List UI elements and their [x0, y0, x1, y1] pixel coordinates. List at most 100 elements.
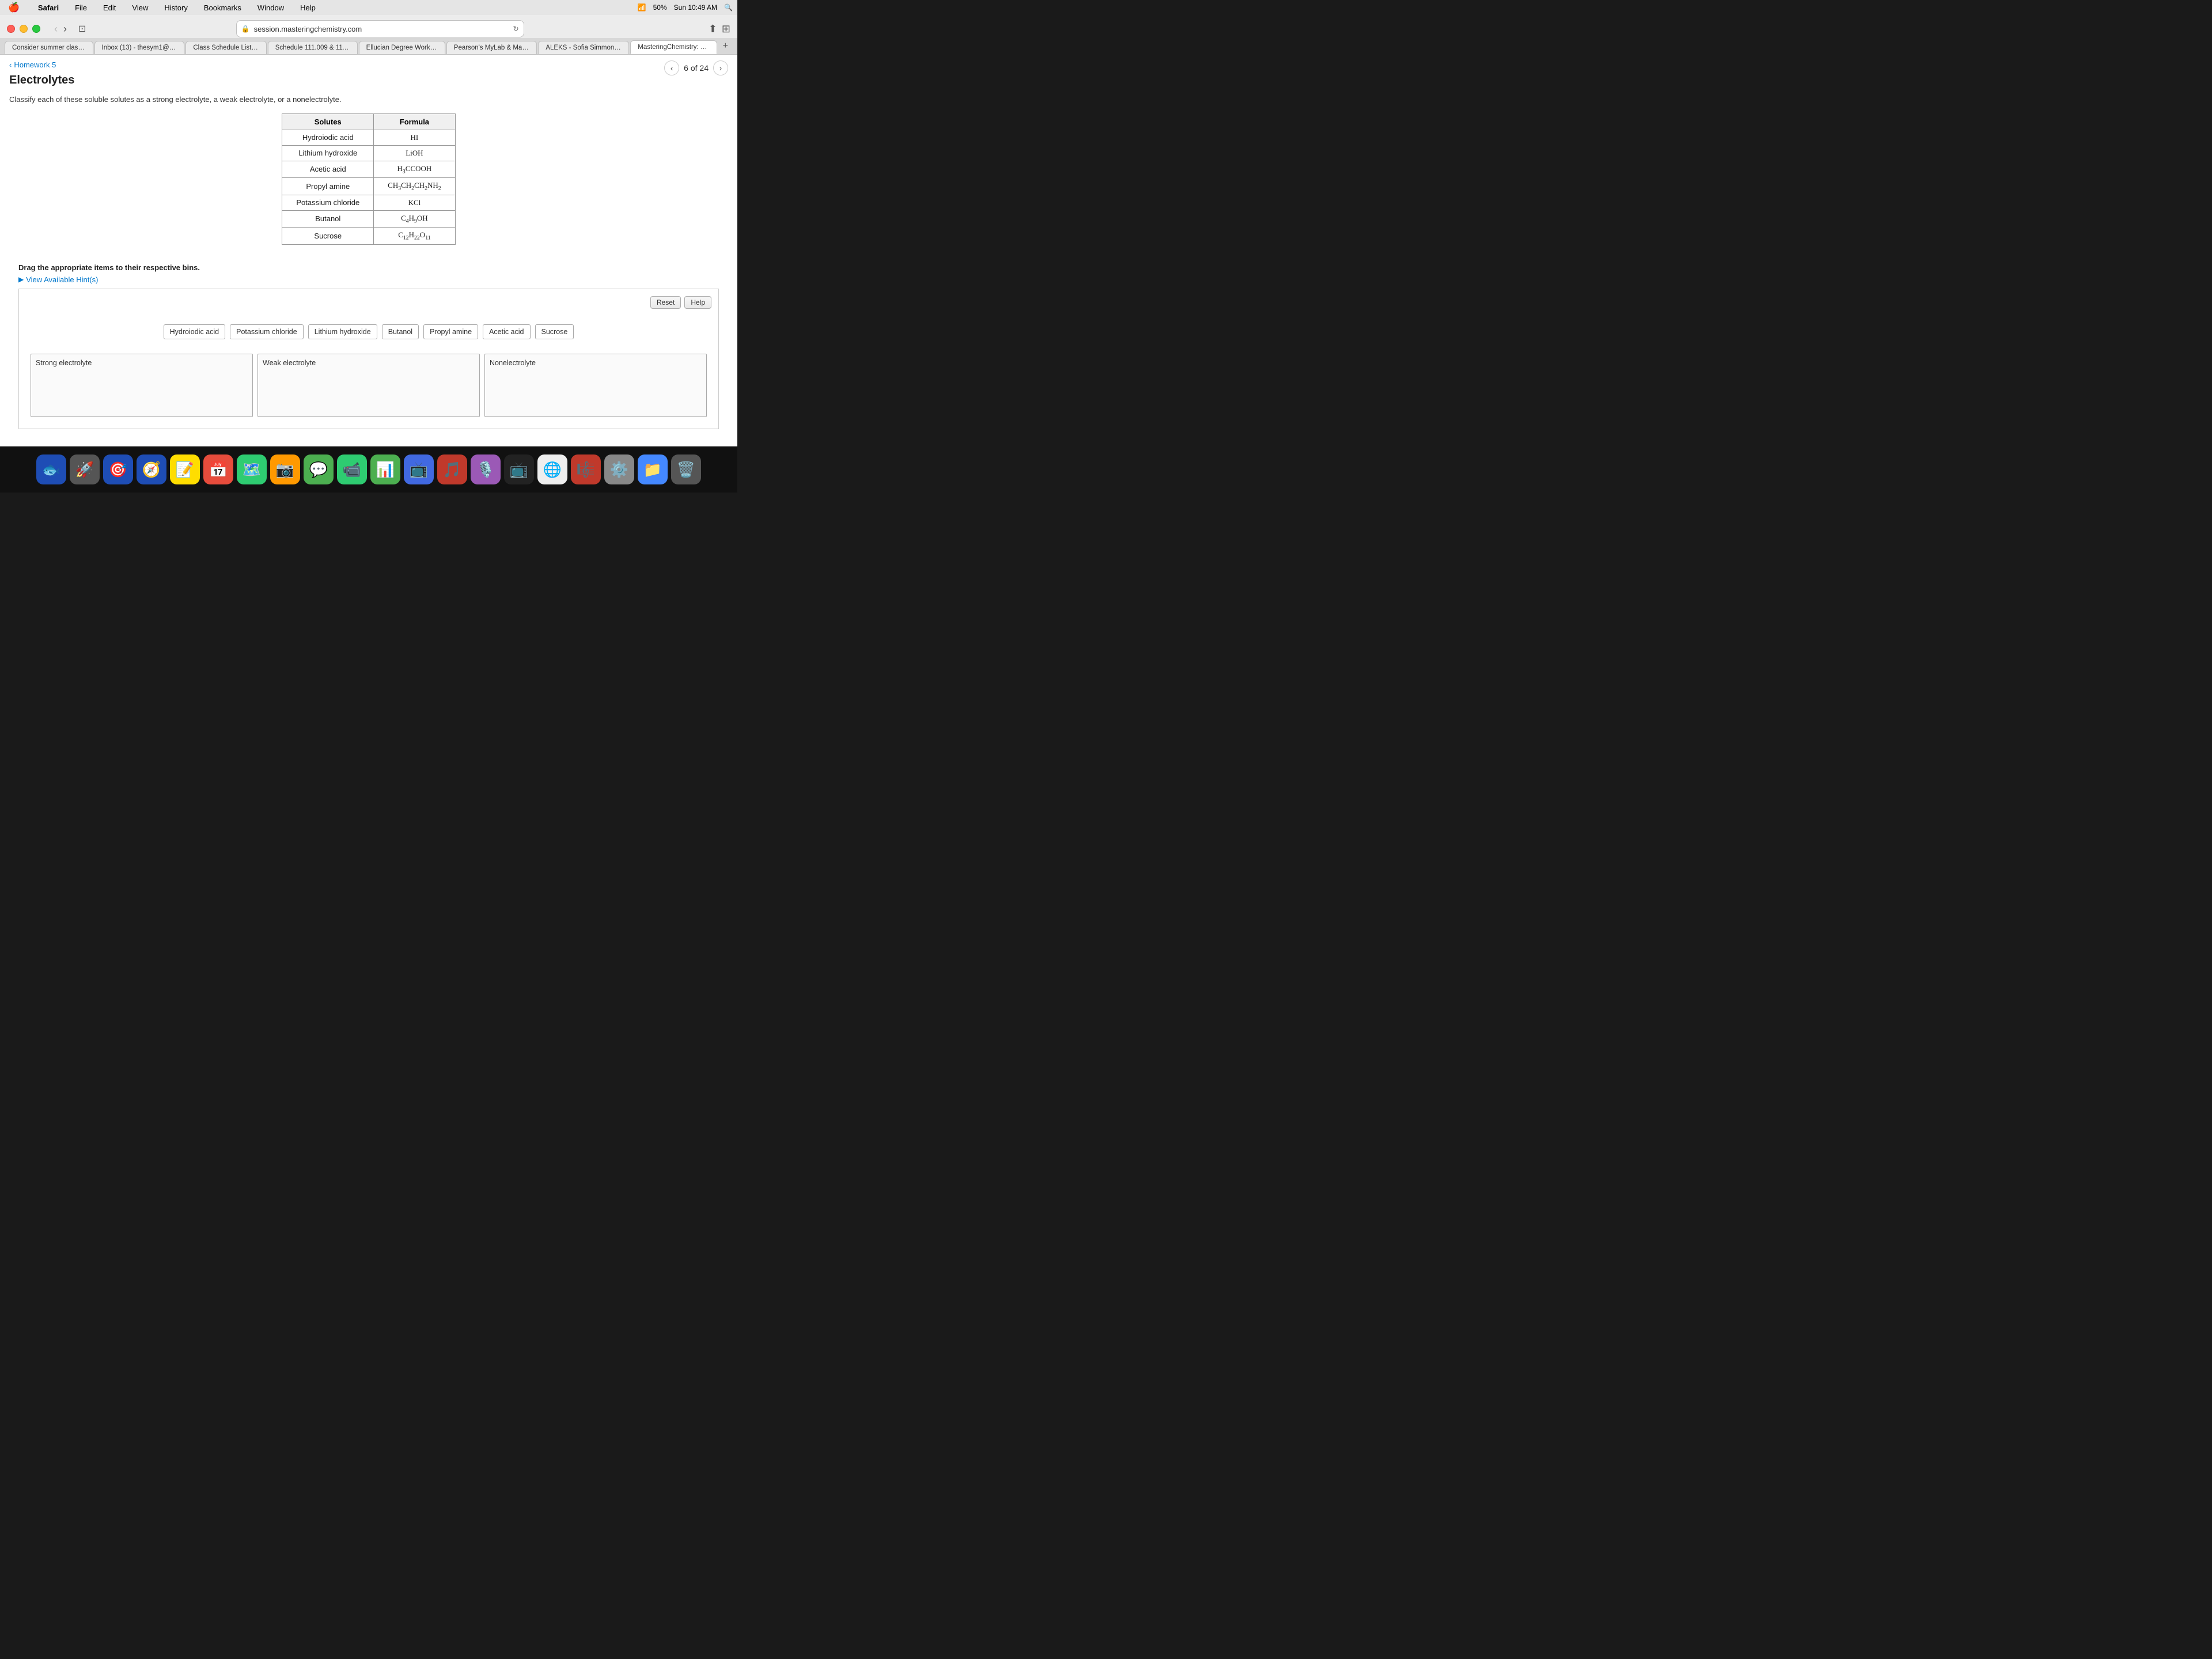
menu-safari[interactable]: Safari	[35, 2, 62, 13]
tab-schedule-111[interactable]: Schedule 111.009 & 111...	[268, 41, 358, 54]
hint-link[interactable]: ▶ View Available Hint(s)	[9, 274, 728, 289]
menu-history[interactable]: History	[161, 2, 191, 13]
tab-inbox[interactable]: Inbox (13) - thesym1@g...	[94, 41, 185, 54]
tab-mastering-chemistry[interactable]: MasteringChemistry: H...	[630, 40, 717, 54]
drop-zone-strong[interactable]: Strong electrolyte	[31, 354, 253, 417]
menu-bar-right: 📶 50% Sun 10:49 AM 🔍	[638, 3, 733, 12]
dock-numbers[interactable]: 📊	[370, 454, 400, 484]
browser-tabs: Consider summer class... Inbox (13) - th…	[0, 38, 737, 54]
solute-lithium: Lithium hydroxide	[282, 145, 374, 161]
formula-butanol: C4H9OH	[374, 210, 455, 228]
solute-hydroiodic: Hydroiodic acid	[282, 130, 374, 145]
reset-button[interactable]: Reset	[650, 296, 681, 309]
dock-launchpad[interactable]: 🚀	[70, 454, 100, 484]
sidebar-toggle-button[interactable]: ⊡	[78, 23, 86, 35]
minimize-button[interactable]	[20, 25, 28, 33]
formula-hydroiodic: HI	[374, 130, 455, 145]
dock-finder[interactable]: 🐟	[36, 454, 66, 484]
lock-icon: 🔒	[241, 25, 250, 33]
help-button[interactable]: Help	[684, 296, 711, 309]
drag-instruction: Drag the appropriate items to their resp…	[9, 259, 728, 274]
drag-item-butanol[interactable]: Butanol	[382, 324, 419, 339]
drag-item-potassium[interactable]: Potassium chloride	[230, 324, 304, 339]
share-icon[interactable]: ⬆	[709, 23, 717, 35]
menu-edit[interactable]: Edit	[100, 2, 119, 13]
drag-item-hydroiodic[interactable]: Hydroiodic acid	[164, 324, 225, 339]
hint-arrow-icon: ▶	[18, 275, 24, 283]
table-row: Acetic acid H3CCOOH	[282, 161, 455, 178]
dock-appletv[interactable]: 📺	[504, 454, 534, 484]
dock-messages[interactable]: 💬	[304, 454, 334, 484]
wifi-icon: 📶	[638, 3, 646, 12]
breadcrumb-link[interactable]: Homework 5	[14, 60, 56, 69]
dock-chrome[interactable]: 🌐	[537, 454, 567, 484]
nonelectrolyte-label: Nonelectrolyte	[490, 359, 702, 367]
battery-indicator: 50%	[653, 3, 667, 12]
problem-section: Classify each of these soluble solutes a…	[0, 94, 737, 429]
menu-file[interactable]: File	[71, 2, 90, 13]
dock-facetime[interactable]: 📹	[337, 454, 367, 484]
dock-calendar[interactable]: 📅	[203, 454, 233, 484]
strong-electrolyte-label: Strong electrolyte	[36, 359, 248, 367]
col-header-formula: Formula	[374, 113, 455, 130]
drop-zone-weak[interactable]: Weak electrolyte	[257, 354, 480, 417]
formula-sucrose: C12H22O11	[374, 228, 455, 245]
search-icon[interactable]: 🔍	[724, 3, 733, 12]
dock-keynote[interactable]: 📺	[404, 454, 434, 484]
menu-window[interactable]: Window	[254, 2, 287, 13]
dock-podcasts[interactable]: 🎙️	[471, 454, 501, 484]
next-page-button[interactable]: ›	[713, 60, 728, 75]
page-indicator: 6 of 24	[684, 63, 709, 73]
dock-siri[interactable]: 🎯	[103, 454, 133, 484]
menu-bookmarks[interactable]: Bookmarks	[200, 2, 245, 13]
apple-menu[interactable]: 🍎	[5, 1, 23, 14]
col-header-solutes: Solutes	[282, 113, 374, 130]
drag-item-propyl[interactable]: Propyl amine	[423, 324, 478, 339]
formula-propyl: CH3CH2CH2NH2	[374, 178, 455, 195]
fullscreen-button[interactable]	[32, 25, 40, 33]
tab-consider-summer[interactable]: Consider summer class...	[5, 41, 93, 54]
dock-finder2[interactable]: 📁	[638, 454, 668, 484]
back-button[interactable]: ‹	[52, 24, 60, 34]
table-row: Potassium chloride KCl	[282, 195, 455, 210]
dock-notes[interactable]: 📝	[170, 454, 200, 484]
tab-aleks[interactable]: ALEKS - Sofia Simmons...	[538, 41, 629, 54]
menu-help[interactable]: Help	[297, 2, 319, 13]
drag-drop-container: Reset Help Hydroiodic acid Potassium chl…	[18, 289, 719, 429]
reload-icon[interactable]: ↻	[513, 25, 519, 33]
tab-pearson[interactable]: Pearson's MyLab & Mas...	[446, 41, 537, 54]
forward-button[interactable]: ›	[61, 24, 69, 34]
dock-safari[interactable]: 🧭	[137, 454, 166, 484]
drag-item-sucrose[interactable]: Sucrose	[535, 324, 574, 339]
dock-maps[interactable]: 🗺️	[237, 454, 267, 484]
items-pool: Hydroiodic acid Potassium chloride Lithi…	[26, 315, 711, 349]
address-bar[interactable]: 🔒 session.masteringchemistry.com ↻	[236, 20, 524, 37]
close-button[interactable]	[7, 25, 15, 33]
dock-itunes[interactable]: 🎼	[571, 454, 601, 484]
solute-propyl: Propyl amine	[282, 178, 374, 195]
dock-music[interactable]: 🎵	[437, 454, 467, 484]
new-tab-button[interactable]: +	[718, 38, 733, 54]
drag-drop-toolbar: Reset Help	[26, 296, 711, 309]
solutes-table: Solutes Formula Hydroiodic acid HI Lithi…	[282, 113, 455, 245]
pagination: ‹ 6 of 24 ›	[664, 60, 728, 75]
menu-view[interactable]: View	[128, 2, 151, 13]
new-tab-icon[interactable]: ⊞	[722, 23, 730, 35]
drag-item-acetic[interactable]: Acetic acid	[483, 324, 530, 339]
prev-page-button[interactable]: ‹	[664, 60, 679, 75]
address-text: session.masteringchemistry.com	[254, 25, 362, 33]
drop-zone-non[interactable]: Nonelectrolyte	[484, 354, 707, 417]
problem-instruction: Classify each of these soluble solutes a…	[9, 94, 728, 105]
drag-item-lithium[interactable]: Lithium hydroxide	[308, 324, 377, 339]
tab-class-schedule[interactable]: Class Schedule Listing	[185, 41, 266, 54]
browser-chrome: ‹ › ⊡ 🔒 session.masteringchemistry.com ↻…	[0, 15, 737, 55]
dock-system-prefs[interactable]: ⚙️	[604, 454, 634, 484]
tab-ellucian[interactable]: Ellucian Degree Works...	[359, 41, 445, 54]
formula-acetic: H3CCOOH	[374, 161, 455, 178]
table-row: Propyl amine CH3CH2CH2NH2	[282, 178, 455, 195]
dock-trash[interactable]: 🗑️	[671, 454, 701, 484]
weak-electrolyte-label: Weak electrolyte	[263, 359, 475, 367]
table-row: Hydroiodic acid HI	[282, 130, 455, 145]
dock-photos[interactable]: 📷	[270, 454, 300, 484]
solute-acetic: Acetic acid	[282, 161, 374, 178]
